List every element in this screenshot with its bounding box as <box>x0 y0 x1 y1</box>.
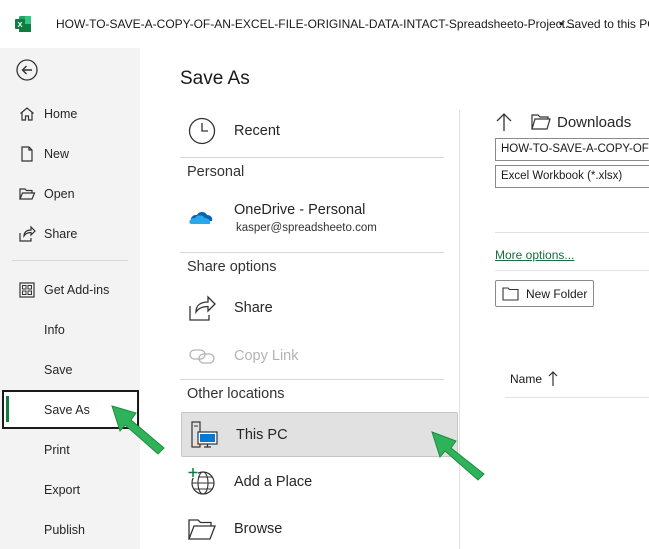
onedrive-email: kasper@spreadsheeto.com <box>236 222 377 234</box>
nav-save-label: Save <box>44 363 73 377</box>
file-type-select[interactable]: Excel Workbook (*.xlsx) <box>495 165 649 188</box>
more-options-link[interactable]: More options... <box>495 248 574 262</box>
window-title: HOW-TO-SAVE-A-COPY-OF-AN-EXCEL-FILE-ORIG… <box>56 17 575 31</box>
onedrive-cloud-icon <box>189 212 213 224</box>
up-arrow-icon[interactable] <box>495 112 513 132</box>
nav-get-add-ins-label: Get Add-ins <box>44 283 110 297</box>
filename-input[interactable]: HOW-TO-SAVE-A-COPY-OF-AN-EXCEL-FILE <box>495 138 649 161</box>
save-as-panel: Save As Recent Personal OneDrive - Perso… <box>140 48 649 549</box>
nav-open[interactable]: Open <box>0 176 140 212</box>
new-document-icon <box>21 146 33 162</box>
column-header-name[interactable]: Name <box>510 371 558 387</box>
sort-ascending-icon <box>548 371 558 386</box>
divider <box>495 270 649 271</box>
globe-add-icon <box>187 467 215 495</box>
location-recent[interactable]: Recent <box>180 112 459 150</box>
section-personal: Personal <box>187 164 245 180</box>
annotation-arrow-save-as <box>111 405 165 455</box>
browse-folder-icon <box>188 519 216 540</box>
nav-publish-label: Publish <box>44 523 85 537</box>
location-copy-link: Copy Link <box>180 336 459 376</box>
location-onedrive-label: OneDrive - Personal <box>234 202 366 218</box>
divider <box>180 157 444 158</box>
folder-path: Downloads <box>495 112 631 132</box>
add-ins-icon <box>19 282 35 298</box>
new-folder-label: New Folder <box>526 286 588 301</box>
nav-share-label: Share <box>44 227 78 241</box>
nav-home[interactable]: Home <box>0 96 140 132</box>
nav-new[interactable]: New <box>0 136 140 172</box>
home-icon <box>20 107 34 121</box>
nav-publish[interactable]: Publish <box>0 512 140 548</box>
location-share[interactable]: Share <box>180 288 459 328</box>
location-recent-label: Recent <box>234 123 280 139</box>
link-icon <box>189 349 215 364</box>
nav-print-label: Print <box>44 443 70 457</box>
save-status: • Saved to this PC <box>559 17 649 31</box>
section-other-locations: Other locations <box>187 386 285 402</box>
this-pc-icon <box>191 421 218 448</box>
nav-new-label: New <box>44 147 70 161</box>
column-name-label: Name <box>510 372 543 386</box>
backstage-sidebar: Home New Open Share Get Add-ins Info Sav… <box>0 48 140 549</box>
location-copy-link-label: Copy Link <box>234 348 299 364</box>
open-folder-icon <box>19 188 36 200</box>
location-add-place[interactable]: Add a Place <box>180 462 459 502</box>
location-browse[interactable]: Browse <box>180 509 459 549</box>
excel-logo-icon: X <box>15 16 31 32</box>
nav-info-label: Info <box>44 323 65 337</box>
share-icon <box>19 225 36 242</box>
location-browse-label: Browse <box>234 521 283 537</box>
divider <box>495 232 649 233</box>
share-icon <box>189 295 216 321</box>
new-folder-icon <box>502 286 519 301</box>
current-folder[interactable]: Downloads <box>557 114 631 131</box>
nav-open-label: Open <box>44 187 75 201</box>
location-share-label: Share <box>234 300 273 316</box>
location-this-pc[interactable]: This PC <box>181 412 458 457</box>
nav-info[interactable]: Info <box>0 312 140 348</box>
clock-icon <box>188 117 216 145</box>
location-onedrive[interactable]: OneDrive - Personal kasper@spreadsheeto.… <box>180 196 459 242</box>
divider <box>505 397 649 398</box>
divider <box>180 379 444 380</box>
folder-icon <box>531 114 551 130</box>
back-arrow-icon[interactable] <box>16 59 38 81</box>
title-bar: X HOW-TO-SAVE-A-COPY-OF-AN-EXCEL-FILE-OR… <box>0 0 649 48</box>
divider <box>180 252 444 253</box>
nav-export[interactable]: Export <box>0 472 140 508</box>
nav-share[interactable]: Share <box>0 216 140 252</box>
nav-save[interactable]: Save <box>0 352 140 388</box>
location-this-pc-label: This PC <box>236 426 288 443</box>
nav-save-as-label: Save As <box>44 402 90 417</box>
save-details-pane: Downloads HOW-TO-SAVE-A-COPY-OF-AN-EXCEL… <box>495 108 649 549</box>
location-add-place-label: Add a Place <box>234 474 313 490</box>
nav-divider <box>12 260 128 261</box>
nav-get-add-ins[interactable]: Get Add-ins <box>0 272 140 308</box>
locations-list: Recent Personal OneDrive - Personal kasp… <box>180 108 459 549</box>
svg-text:X: X <box>17 20 22 29</box>
page-title: Save As <box>180 68 250 89</box>
section-share-options: Share options <box>187 259 277 275</box>
annotation-arrow-this-pc <box>431 431 485 481</box>
nav-export-label: Export <box>44 483 81 497</box>
nav-home-label: Home <box>44 107 78 121</box>
new-folder-button[interactable]: New Folder <box>495 280 594 307</box>
